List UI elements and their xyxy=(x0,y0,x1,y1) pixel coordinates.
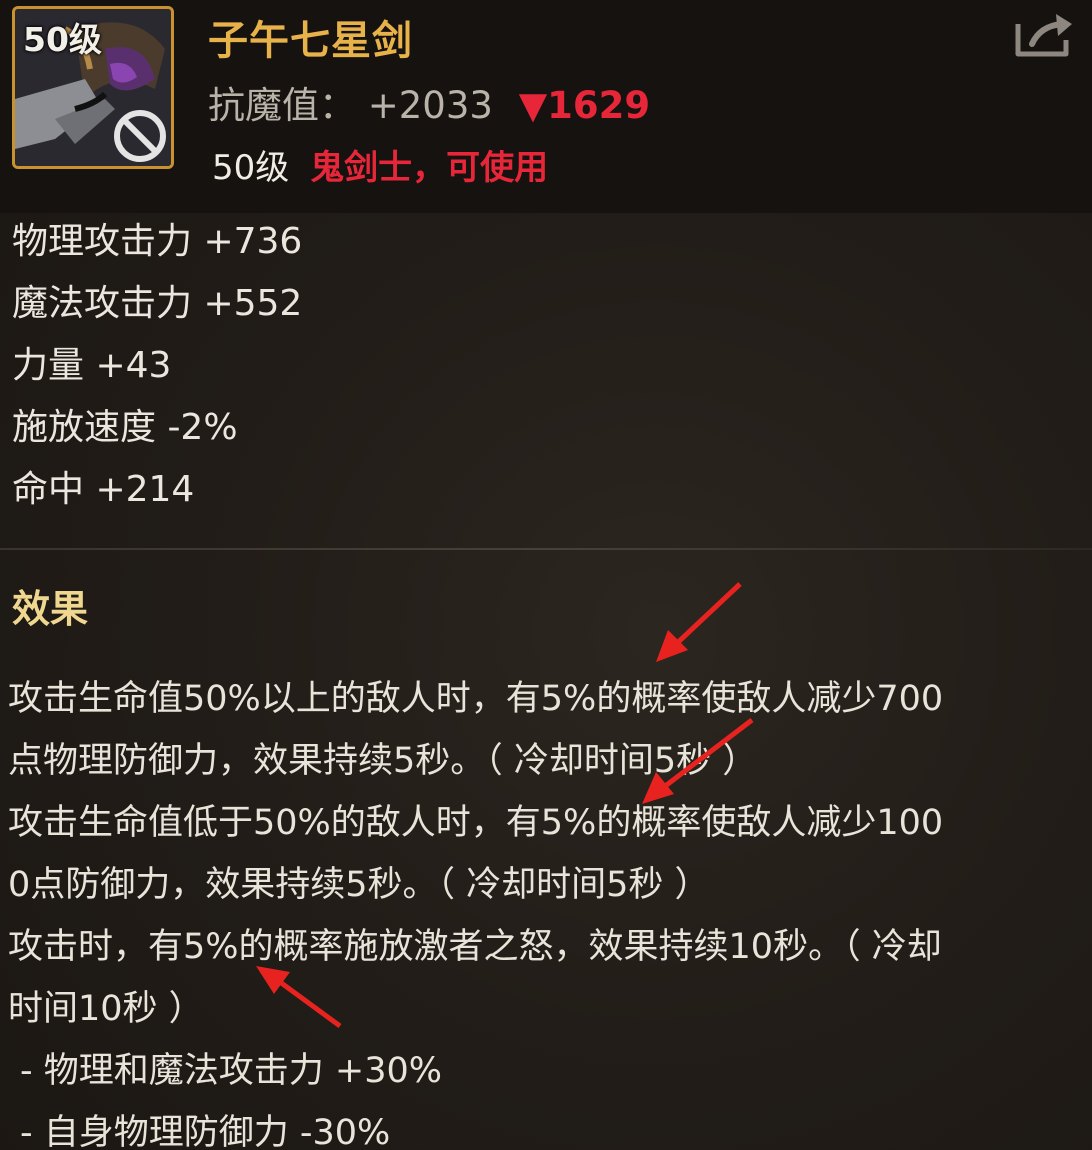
item-icon[interactable]: 50级 xyxy=(12,6,174,169)
item-tooltip: 50级 子午七星剑 抗魔值： +2033 ▼1629 50级 鬼剑士，可使用 物… xyxy=(0,0,1092,1150)
required-level: 50级 xyxy=(212,148,290,188)
sub-effect-line: - 物理和魔法攻击力 +30% xyxy=(20,1051,443,1091)
magic-resist-label: 抗魔值： xyxy=(208,84,356,127)
item-name: 子午七星剑 xyxy=(208,18,413,64)
effect-line: 攻击生命值低于50%的敌人时，有5%的概率使敌人减少100 xyxy=(8,803,944,843)
effects-list: 攻击生命值50%以上的敌人时，有5%的概率使敌人减少700 点物理防御力，效果持… xyxy=(8,668,1078,1150)
stat-strength: 力量 +43 xyxy=(12,345,172,386)
prohibited-icon xyxy=(114,110,166,162)
stats-list: 物理攻击力 +736 魔法攻击力 +552 力量 +43 施放速度 -2% 命中… xyxy=(12,218,302,528)
stat-cast-speed: 施放速度 -2% xyxy=(12,407,238,448)
effect-line: 点物理防御力，效果持续5秒。（ 冷却时间5秒 ） xyxy=(8,741,758,781)
magic-resist-compare: ▼1629 xyxy=(518,84,651,127)
item-level-badge: 50级 xyxy=(23,20,102,59)
effect-line: 攻击时，有5%的概率施放激者之怒，效果持续10秒。（ 冷却 xyxy=(8,927,942,967)
section-divider xyxy=(0,548,1092,550)
stat-physical-attack: 物理攻击力 +736 xyxy=(12,221,303,262)
magic-resist-value: +2033 xyxy=(367,84,493,127)
stat-hit: 命中 +214 xyxy=(12,469,195,510)
effect-line: 0点防御力，效果持续5秒。（ 冷却时间5秒 ） xyxy=(8,865,710,905)
magic-resist-line: 抗魔值： +2033 ▼1629 xyxy=(208,75,651,127)
effect-line: 攻击生命值50%以上的敌人时，有5%的概率使敌人减少700 xyxy=(8,679,944,719)
required-class: 鬼剑士，可使用 xyxy=(310,148,549,188)
sub-effect-line: - 自身物理防御力 -30% xyxy=(20,1113,391,1150)
requirement-line: 50级 鬼剑士，可使用 xyxy=(212,140,548,189)
stat-magic-attack: 魔法攻击力 +552 xyxy=(12,283,303,324)
annotation-arrow-1 xyxy=(656,582,742,662)
share-icon[interactable] xyxy=(1012,10,1076,60)
effect-title: 效果 xyxy=(12,587,89,631)
effect-line: 时间10秒 ） xyxy=(8,989,204,1029)
tooltip-header: 50级 子午七星剑 抗魔值： +2033 ▼1629 50级 鬼剑士，可使用 xyxy=(0,0,1092,213)
